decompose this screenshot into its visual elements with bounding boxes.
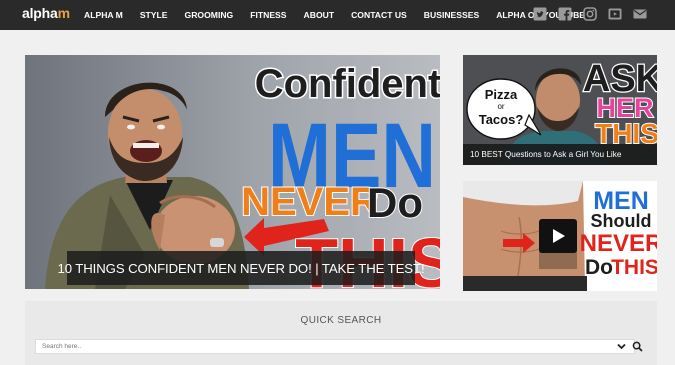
nav-item-style[interactable]: STYLE bbox=[140, 10, 168, 20]
top-navigation-bar: alpham ALPHA M STYLE GROOMING FITNESS AB… bbox=[0, 0, 675, 30]
featured-video-thumbnail[interactable]: Confident MEN NEVER Do THIS 10 THINGS CO… bbox=[25, 55, 440, 289]
card2-word: THIS bbox=[611, 256, 657, 279]
quick-search-panel: QUICK SEARCH bbox=[25, 301, 657, 365]
quick-search-title: QUICK SEARCH bbox=[300, 315, 382, 326]
bubble-text: Pizza bbox=[485, 87, 518, 102]
video-card-men-never[interactable]: MEN Should NEVER Do THIS bbox=[463, 181, 657, 291]
bubble-text: Tacos? bbox=[479, 112, 524, 127]
bubble-text: or bbox=[497, 102, 504, 111]
instagram-icon[interactable] bbox=[583, 7, 597, 21]
nav-item-contact-us[interactable]: CONTACT US bbox=[351, 10, 407, 20]
card2-word: Should bbox=[591, 211, 652, 231]
logo-text: alpha bbox=[22, 5, 58, 21]
card2-word: Do bbox=[585, 256, 613, 279]
hero-headline-word: Do bbox=[367, 179, 423, 226]
nav-item-alpha-m[interactable]: ALPHA M bbox=[84, 10, 123, 20]
chevron-down-icon[interactable] bbox=[616, 341, 627, 352]
facebook-icon[interactable] bbox=[558, 7, 572, 21]
logo-accent: m bbox=[57, 5, 70, 21]
twitter-icon[interactable] bbox=[533, 7, 547, 21]
hero-headline-word: NEVER bbox=[241, 180, 379, 224]
main-content: Confident MEN NEVER Do THIS 10 THINGS CO… bbox=[0, 30, 675, 365]
card2-word: NEVER bbox=[580, 230, 657, 257]
search-icon[interactable] bbox=[632, 341, 643, 352]
nav-item-fitness[interactable]: FITNESS bbox=[250, 10, 286, 20]
card2-thumbnail-art: MEN Should NEVER Do THIS bbox=[463, 181, 657, 291]
search-input[interactable] bbox=[35, 339, 635, 354]
video-card-ask-her[interactable]: Pizza or Tacos? ASK HER THIS 10 BEST Que… bbox=[463, 55, 657, 165]
nav-item-about[interactable]: ABOUT bbox=[304, 10, 335, 20]
nav-item-grooming[interactable]: GROOMING bbox=[185, 10, 234, 20]
nav-item-businesses[interactable]: BUSINESSES bbox=[424, 10, 479, 20]
youtube-icon[interactable] bbox=[608, 7, 622, 21]
hero-headline-word: Confident bbox=[255, 62, 440, 106]
email-icon[interactable] bbox=[633, 7, 647, 21]
featured-video-title[interactable]: 10 THINGS CONFIDENT MEN NEVER DO! | TAKE… bbox=[58, 251, 425, 285]
site-logo[interactable]: alpham bbox=[22, 5, 70, 21]
video-card-title[interactable]: 10 BEST Questions to Ask a Girl You Like bbox=[463, 144, 657, 165]
social-links bbox=[522, 7, 647, 21]
